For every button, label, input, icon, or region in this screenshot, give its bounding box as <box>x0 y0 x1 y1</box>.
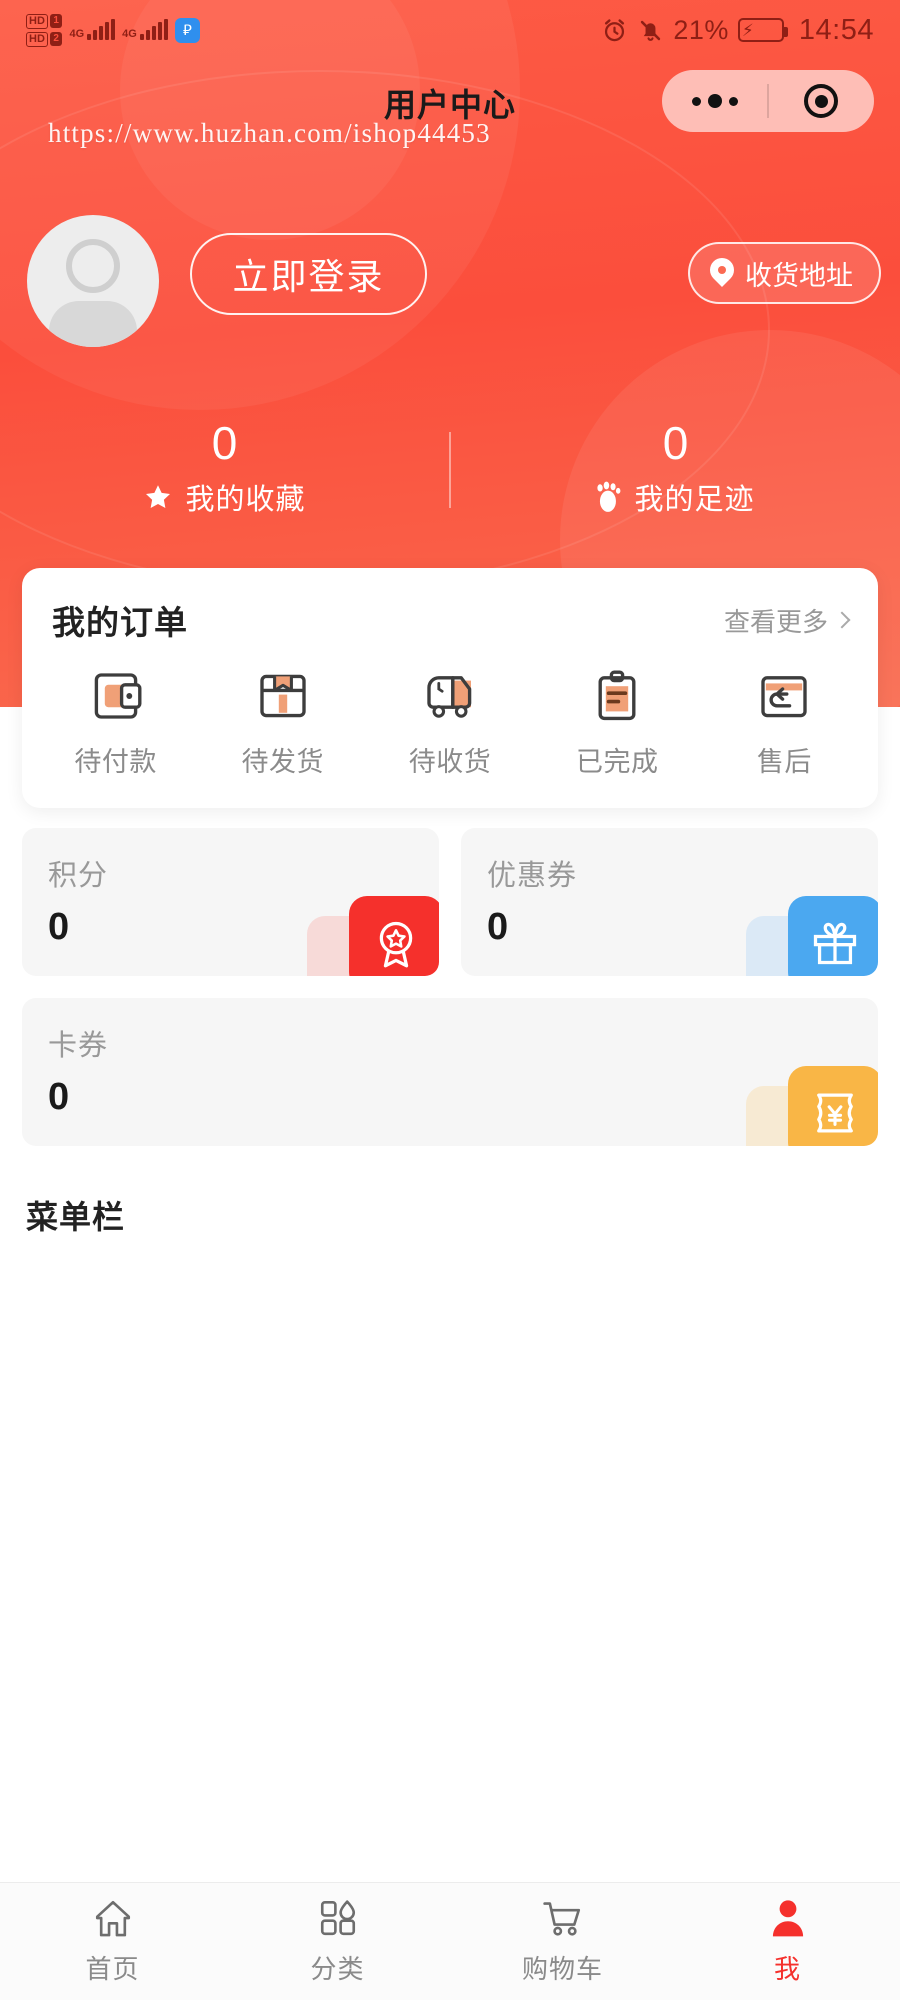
target-circle-icon[interactable] <box>769 84 874 118</box>
bluetooth-icon: ⃂ <box>174 17 200 43</box>
profile-row: 立即登录 收货地址 <box>0 215 900 347</box>
avatar-body <box>49 301 137 347</box>
asset-title: 卡券 <box>48 1030 109 1062</box>
order-status-pending-payment[interactable]: 待付款 <box>32 668 199 779</box>
wallet-icon <box>94 673 142 719</box>
shipping-address-button[interactable]: 收货地址 <box>688 242 881 304</box>
order-status-pending-receipt[interactable]: 待收货 <box>366 668 533 779</box>
stat-footprints[interactable]: 0 我的足迹 <box>451 420 900 518</box>
stats-row: 0 我的收藏 0 我的足迹 <box>0 420 900 540</box>
my-orders-header: 我的订单 查看更多 <box>22 568 878 644</box>
tab-home[interactable]: 首页 <box>0 1897 225 1986</box>
stat-label-wrap: 我的足迹 <box>596 476 754 518</box>
hd-label: HD <box>26 31 48 47</box>
sim2-number: 2 <box>49 32 63 46</box>
asset-card-coupons[interactable]: 优惠券 0 <box>461 828 878 976</box>
tab-category[interactable]: 分类 <box>225 1897 450 1986</box>
battery-charging-icon: ⚡ <box>737 18 788 42</box>
asset-row-1: 积分 0 优惠券 0 <box>22 828 878 976</box>
hd-indicators: HD 1 HD 2 <box>26 13 63 47</box>
stat-value: 0 <box>662 417 689 469</box>
alarm-icon <box>605 18 625 41</box>
login-button[interactable]: 立即登录 <box>190 233 427 315</box>
return-icon <box>761 676 808 718</box>
view-more-button[interactable]: 查看更多 <box>723 602 851 639</box>
order-status-after-sales[interactable]: 售后 <box>701 668 868 779</box>
footprint-icon <box>597 481 621 512</box>
user-icon <box>772 1900 803 1937</box>
tab-label: 首页 <box>85 1954 140 1984</box>
battery-percent: 21% <box>673 14 729 45</box>
more-dots-icon[interactable] <box>662 94 767 108</box>
hd-sim2: HD 2 <box>26 31 63 47</box>
network-type-label: 4G <box>69 28 85 40</box>
medal-icon <box>379 921 413 968</box>
location-pin-icon <box>710 258 734 288</box>
bottom-tab-bar: 首页 分类 购物车 我 <box>0 1882 900 2000</box>
truck-icon <box>427 676 472 718</box>
category-icon <box>320 1900 355 1936</box>
stat-label: 我的足迹 <box>634 484 755 516</box>
order-status-label: 待付款 <box>74 747 157 777</box>
status-bar: HD 1 HD 2 4G 4G ⃂ <box>0 0 900 60</box>
asset-title: 积分 <box>48 860 109 892</box>
my-orders-title: 我的订单 <box>52 604 188 641</box>
signal-bars-icon <box>139 19 168 40</box>
tab-me[interactable]: 我 <box>675 1897 900 1986</box>
signal-bars-icon <box>87 19 116 40</box>
avatar-head <box>66 239 120 293</box>
hd-sim1: HD 1 <box>26 13 63 29</box>
order-status-completed[interactable]: 已完成 <box>534 668 701 779</box>
asset-card-points[interactable]: 积分 0 <box>22 828 439 976</box>
view-more-label: 查看更多 <box>723 606 828 637</box>
order-status-label: 待发货 <box>241 747 325 777</box>
stat-favorites[interactable]: 0 我的收藏 <box>0 420 449 518</box>
shipping-address-label: 收货地址 <box>745 260 853 291</box>
asset-badge <box>788 1066 878 1146</box>
status-bar-left: HD 1 HD 2 4G 4G ⃂ <box>26 13 200 47</box>
order-status-label: 待收货 <box>408 747 492 777</box>
tab-label: 我 <box>773 1954 801 1984</box>
order-status-label: 售后 <box>756 747 812 777</box>
asset-cards: 积分 0 优惠券 0 卡券 0 <box>22 828 878 1168</box>
tab-label: 购物车 <box>521 1954 603 1984</box>
order-status-grid: 待付款 待发货 待收货 已完成 售后 <box>22 644 878 779</box>
tab-cart[interactable]: 购物车 <box>450 1897 675 1986</box>
order-status-label: 已完成 <box>575 747 659 777</box>
miniprogram-capsule[interactable] <box>662 70 874 132</box>
asset-badge <box>349 896 439 976</box>
gift-icon <box>813 922 857 965</box>
chevron-right-icon <box>833 611 851 629</box>
star-icon <box>146 485 171 508</box>
asset-card-vouchers[interactable]: 卡券 0 <box>22 998 878 1146</box>
my-orders-card: 我的订单 查看更多 待付款 待发货 待收货 已完成 售后 <box>22 568 878 808</box>
ticket-yuan-icon <box>817 1093 853 1133</box>
order-status-pending-shipment[interactable]: 待发货 <box>199 668 366 779</box>
home-icon <box>95 1900 130 1937</box>
asset-badge <box>788 896 878 976</box>
signal-sim1: 4G <box>69 19 116 40</box>
sim1-number: 1 <box>49 14 63 28</box>
bell-muted-icon <box>641 20 661 41</box>
default-avatar-icon[interactable] <box>27 215 159 347</box>
stat-label: 我的收藏 <box>185 484 306 516</box>
stat-label-wrap: 我的收藏 <box>143 476 305 518</box>
watermark-url: https://www.huzhan.com/ishop44453 <box>48 118 491 148</box>
login-button-label: 立即登录 <box>232 256 385 297</box>
status-bar-right: 21% ⚡ 14:54 <box>601 14 874 47</box>
hd-label: HD <box>26 13 48 29</box>
asset-value: 0 <box>48 1076 70 1118</box>
network-type-label: 4G <box>122 28 137 40</box>
asset-title: 优惠券 <box>487 860 578 892</box>
user-center-screen: HD 1 HD 2 4G 4G ⃂ <box>0 0 900 2000</box>
signal-sim2: 4G <box>122 19 168 40</box>
menu-section-title: 菜单栏 <box>26 1199 126 1235</box>
asset-row-2: 卡券 0 <box>22 998 878 1146</box>
stat-value: 0 <box>211 417 238 469</box>
clock-time: 14:54 <box>798 13 874 46</box>
clipboard-icon <box>598 670 636 721</box>
package-icon <box>260 674 306 718</box>
cart-icon <box>542 1902 580 1936</box>
tab-label: 分类 <box>310 1954 365 1984</box>
